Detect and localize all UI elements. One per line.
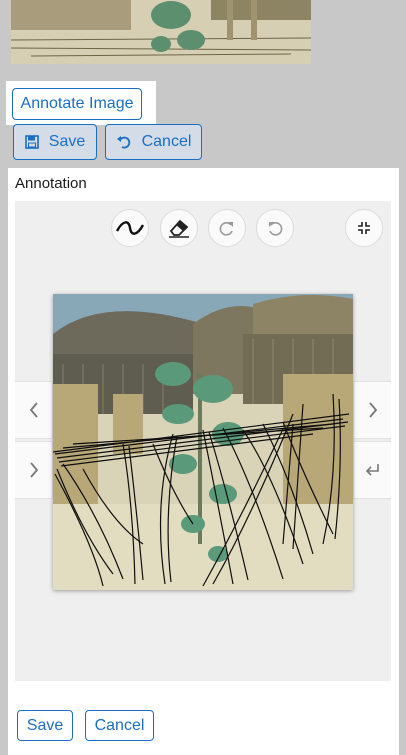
- annotation-canvas-area: [15, 201, 391, 681]
- save-button[interactable]: Save: [13, 124, 97, 160]
- redo-icon[interactable]: [208, 209, 246, 247]
- footer-cancel-label: Cancel: [94, 716, 145, 734]
- chevron-right-icon: [368, 402, 377, 418]
- annotate-image-button[interactable]: Annotate Image: [12, 88, 142, 120]
- preview-image: [11, 0, 311, 64]
- cancel-button[interactable]: Cancel: [105, 124, 202, 160]
- next-image-button[interactable]: [353, 381, 391, 439]
- chevron-right-icon: [29, 462, 38, 478]
- footer-cancel-button[interactable]: Cancel: [85, 710, 154, 741]
- enter-button[interactable]: [353, 441, 391, 499]
- footer-save-label: Save: [26, 716, 64, 734]
- next-page-left-button[interactable]: [15, 441, 53, 499]
- eraser-icon[interactable]: [160, 209, 198, 247]
- annotation-panel: Annotation Save Cancel: [8, 168, 399, 755]
- return-icon: [365, 464, 379, 476]
- draw-curve-icon[interactable]: [111, 209, 149, 247]
- floppy-disk-icon: [24, 135, 39, 149]
- cancel-label: Cancel: [141, 133, 192, 150]
- collapse-icon[interactable]: [345, 209, 383, 247]
- save-label: Save: [48, 133, 86, 150]
- annotated-image[interactable]: [53, 294, 353, 590]
- undo-arrow-icon: [116, 134, 132, 150]
- chevron-left-icon: [29, 402, 38, 418]
- footer-save-button[interactable]: Save: [17, 710, 73, 741]
- annotate-image-label: Annotate Image: [20, 95, 134, 112]
- prev-image-button[interactable]: [15, 381, 53, 439]
- undo-icon[interactable]: [256, 209, 294, 247]
- panel-title: Annotation: [15, 175, 87, 192]
